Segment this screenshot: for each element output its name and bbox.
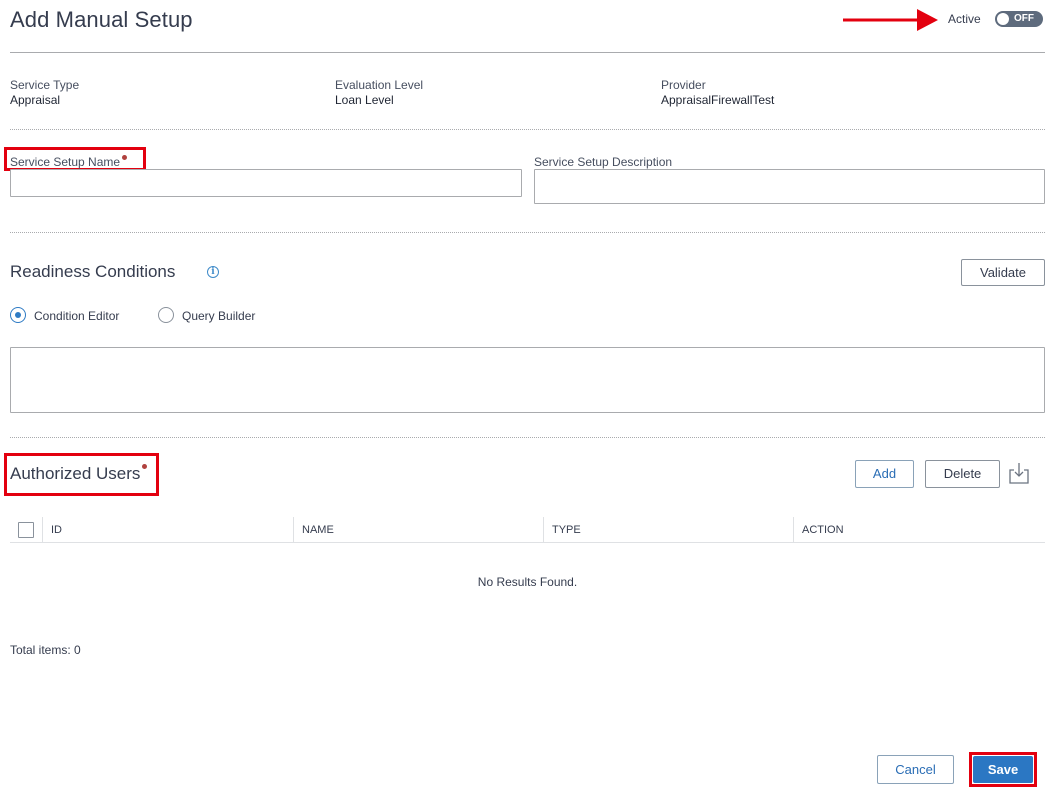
column-header-action[interactable]: ACTION [793, 517, 1045, 543]
toggle-state-text: OFF [1014, 13, 1034, 24]
total-items-label: Total items: 0 [10, 643, 81, 657]
active-label: Active [948, 12, 981, 26]
provider-value: AppraisalFirewallTest [661, 93, 775, 107]
validate-button[interactable]: Validate [961, 259, 1045, 286]
readiness-conditions-title: Readiness Conditions [10, 262, 176, 281]
section-divider [10, 232, 1045, 233]
column-header-name[interactable]: NAME [293, 517, 543, 543]
authorized-users-title: Authorized Users [10, 464, 148, 484]
service-setup-name-label: Service Setup Name [10, 155, 128, 169]
annotation-arrow [843, 9, 938, 31]
required-dot [122, 155, 128, 160]
info-icon[interactable]: i [207, 266, 219, 278]
query-builder-label[interactable]: Query Builder [182, 309, 255, 323]
authorized-users-title-text: Authorized Users [10, 464, 141, 483]
header-divider [10, 52, 1045, 53]
column-header-id[interactable]: ID [42, 517, 293, 543]
select-all-checkbox[interactable] [18, 522, 34, 538]
required-dot [142, 464, 148, 469]
condition-editor-textarea[interactable] [10, 347, 1045, 413]
service-setup-name-label-text: Service Setup Name [10, 155, 121, 169]
service-setup-name-input[interactable] [10, 169, 522, 197]
delete-user-button[interactable]: Delete [925, 460, 1000, 488]
condition-editor-radio[interactable] [10, 307, 26, 323]
query-builder-radio[interactable] [158, 307, 174, 323]
section-divider [10, 437, 1045, 438]
provider-label: Provider [661, 78, 706, 92]
service-setup-description-label: Service Setup Description [534, 155, 673, 169]
evaluation-level-value: Loan Level [335, 93, 394, 107]
page-title: Add Manual Setup [10, 7, 193, 32]
section-divider [10, 129, 1045, 130]
cancel-button[interactable]: Cancel [877, 755, 954, 784]
export-icon[interactable] [1008, 462, 1030, 484]
service-type-label: Service Type [10, 78, 80, 92]
save-button[interactable]: Save [973, 756, 1033, 783]
toggle-knob [997, 13, 1009, 25]
column-header-type[interactable]: TYPE [543, 517, 793, 543]
users-table-header: ID NAME TYPE ACTION [10, 517, 1045, 543]
add-user-button[interactable]: Add [855, 460, 914, 488]
evaluation-level-label: Evaluation Level [335, 78, 424, 92]
service-setup-description-input[interactable] [534, 169, 1045, 204]
active-toggle[interactable]: OFF [995, 11, 1043, 27]
condition-editor-label[interactable]: Condition Editor [34, 309, 119, 323]
empty-table-message: No Results Found. [477, 575, 578, 589]
service-type-value: Appraisal [10, 93, 61, 107]
